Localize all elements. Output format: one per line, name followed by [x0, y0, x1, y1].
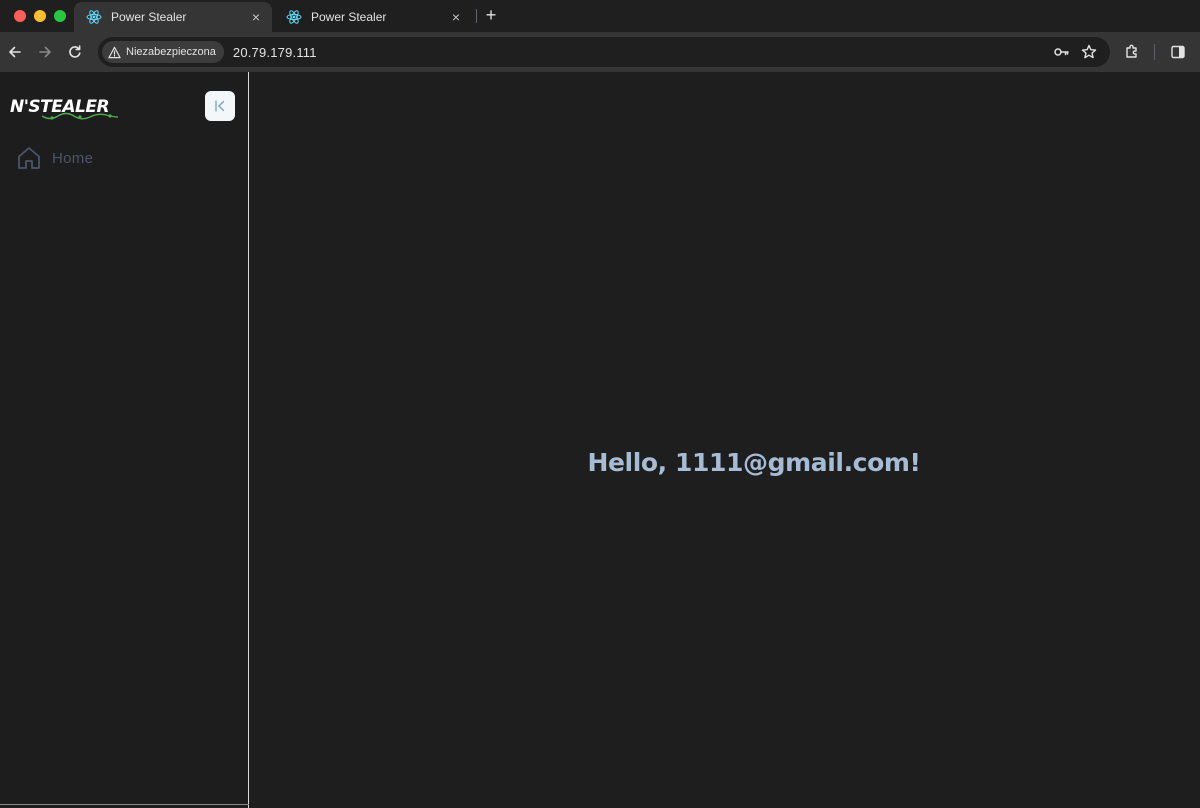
greeting-heading: Hello, 1111@gmail.com!	[587, 448, 921, 477]
forward-button[interactable]	[33, 40, 57, 64]
tab-title: Power Stealer	[311, 10, 387, 24]
window-controls	[14, 10, 66, 22]
back-button[interactable]	[3, 40, 27, 64]
new-tab-button[interactable]: +	[482, 6, 500, 24]
logo-decoration	[41, 112, 119, 120]
browser-tab-inactive[interactable]: Power Stealer ×	[274, 2, 472, 32]
window-minimize-button[interactable]	[34, 10, 46, 22]
tab-title: Power Stealer	[111, 10, 187, 24]
tab-close-icon[interactable]: ×	[448, 9, 464, 25]
url-text[interactable]: 20.79.179.111	[233, 45, 317, 60]
browser-tab-active[interactable]: Power Stealer ×	[74, 2, 272, 32]
side-panel-icon[interactable]	[1170, 44, 1186, 60]
arrow-right-icon	[39, 46, 51, 58]
reload-button[interactable]	[63, 40, 87, 64]
address-bar[interactable]: Niezabezpieczona 20.79.179.111	[98, 37, 1110, 67]
home-icon	[18, 147, 40, 169]
sidebar-item-label: Home	[52, 149, 94, 167]
collapse-sidebar-button[interactable]	[205, 91, 235, 121]
browser-tab-strip: Power Stealer × Power Stealer × +	[0, 0, 1200, 32]
puzzle-icon[interactable]	[1124, 44, 1140, 60]
security-label: Niezabezpieczona	[126, 46, 216, 58]
window-zoom-button[interactable]	[54, 10, 66, 22]
window-close-button[interactable]	[14, 10, 26, 22]
collapse-left-icon	[215, 100, 225, 112]
react-atom-icon	[86, 10, 102, 24]
security-indicator[interactable]: Niezabezpieczona	[102, 41, 224, 63]
reload-icon	[69, 45, 81, 58]
sidebar: N'STEALER Home	[0, 72, 249, 808]
sidebar-divider	[0, 804, 249, 805]
tab-separator	[476, 9, 477, 23]
star-icon[interactable]	[1081, 44, 1097, 60]
page-content: N'STEALER Home Hello, 1111@gmail.com!	[0, 72, 1200, 808]
react-atom-icon	[286, 10, 302, 24]
tab-close-icon[interactable]: ×	[248, 9, 264, 25]
toolbar-separator	[1154, 44, 1155, 60]
sidebar-item-home[interactable]: Home	[16, 144, 216, 172]
warning-triangle-icon	[108, 46, 121, 58]
key-icon[interactable]	[1053, 44, 1069, 60]
browser-toolbar: Niezabezpieczona 20.79.179.111	[0, 32, 1200, 72]
arrow-left-icon	[9, 46, 21, 58]
app-logo[interactable]: N'STEALER	[10, 96, 120, 122]
